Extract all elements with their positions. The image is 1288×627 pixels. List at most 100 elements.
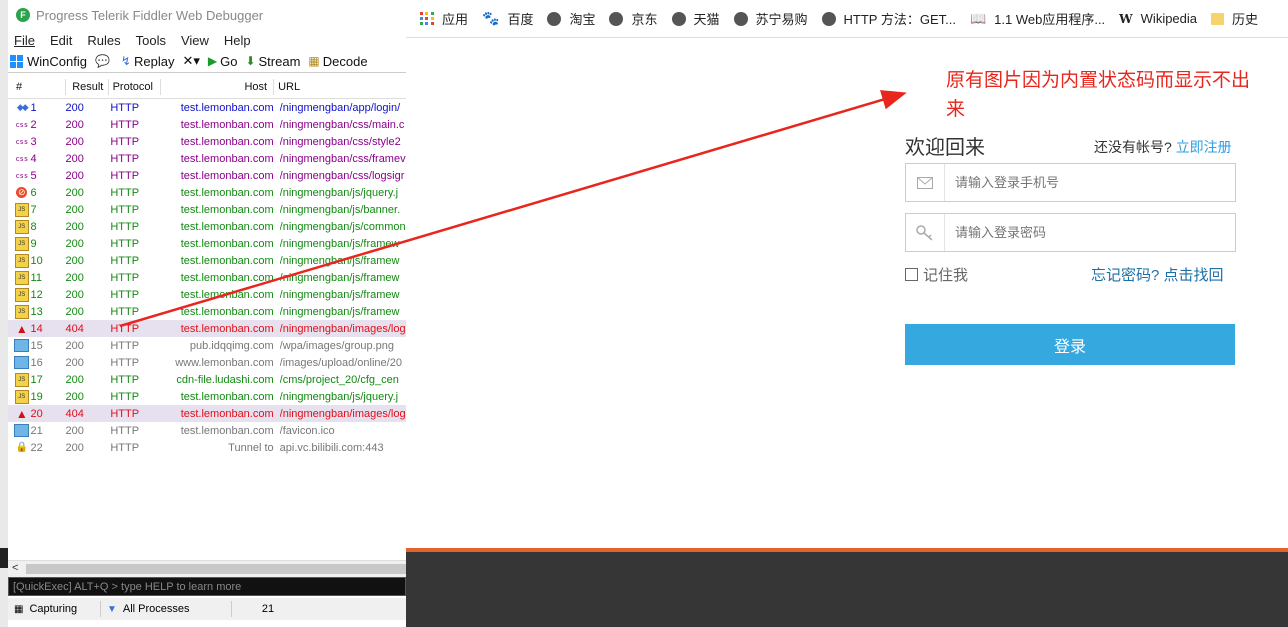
session-row[interactable]: css 4 200 HTTP test.lemonban.com/ningmengban… [8,150,406,167]
fiddler-window: F Progress Telerik Fiddler Web Debugger … [8,0,407,627]
session-protocol: HTTP [110,271,140,284]
session-row[interactable]: JS 10 200 HTTP test.lemonban.com/ningmengban… [8,252,406,269]
session-result: 200 [65,135,84,148]
session-num: 12 [30,288,43,301]
bookmark-item[interactable]: 天猫 [671,9,720,28]
globe-icon [547,11,562,26]
session-row[interactable]: JS 11 200 HTTP test.lemonban.com/ningmengban… [8,269,406,286]
session-num: 11 [30,271,42,284]
menu-help[interactable]: Help [224,33,251,48]
bookmark-item[interactable]: W Wikipedia [1119,11,1197,26]
session-url: /ningmengban/css/logsigr [279,169,405,182]
session-row[interactable]: ▲ 14 404 HTTP test.lemonban.com/ningmengban/… [8,320,406,337]
login-button[interactable]: 登录 [905,324,1235,365]
bookmark-item[interactable]: 淘宝 [547,9,595,28]
session-num: 22 [30,441,43,454]
session-host: test.lemonban.com [180,407,274,420]
phone-field[interactable] [905,163,1236,202]
menu-file[interactable]: File [14,33,35,48]
session-row[interactable]: JS 7 200 HTTP test.lemonban.com/ningmengban/… [8,201,406,218]
bookmark-item[interactable]: 京东 [609,9,658,28]
session-row[interactable]: JS 9 200 HTTP test.lemonban.com/ningmengban/… [8,235,406,252]
session-row[interactable]: JS 19 200 HTTP test.lemonban.com/ningmengban… [8,388,406,405]
forgot-password-link[interactable]: 忘记密码? 点击找回 [1091,264,1224,285]
session-url: /ningmengban/images/log [279,322,406,335]
bookmark-item[interactable]: 📖 1.1 Web应用程序... [970,9,1105,28]
menu-rules[interactable]: Rules [87,33,120,48]
bookmark-item[interactable]: 历史 [1211,9,1258,28]
session-url: /cms/project_20/cfg_cen [279,373,399,386]
bookmark-label: HTTP 方法：GET... [843,12,956,27]
remember-checkbox[interactable] [905,268,918,281]
session-row[interactable]: JS 17 200 HTTP cdn-file.ludashi.com/cms/proj… [8,371,406,388]
session-row[interactable]: 15 200 HTTP pub.idqqimg.com/wpa/images/grou… [8,337,406,354]
menu-view[interactable]: View [181,33,209,48]
title-bar: F Progress Telerik Fiddler Web Debugger [8,0,406,30]
comment-button[interactable]: 💬 [95,54,113,68]
session-row[interactable]: JS 13 200 HTTP test.lemonban.com/ningmengban… [8,303,406,320]
bookmark-item[interactable]: 🐾 百度 [482,9,533,28]
password-input[interactable] [945,224,1217,241]
session-url: /wpa/images/group.png [279,339,394,352]
col-header-host[interactable]: Host [161,81,273,93]
windows-icon [10,54,23,68]
filter-icon: ▼ [107,603,117,615]
col-header-num[interactable]: # [8,81,65,93]
session-url: /ningmengban/js/framew [279,288,400,301]
phone-input[interactable] [945,174,1217,191]
session-protocol: HTTP [110,220,140,233]
session-row[interactable]: ⊘ 6 200 HTTP test.lemonban.com/ningmengban/j… [8,184,406,201]
col-header-url[interactable]: URL [274,81,406,93]
process-filter[interactable]: ▼ All Processes [101,601,232,617]
bookmark-item[interactable]: HTTP 方法：GET... [821,9,956,28]
session-row[interactable]: css 2 200 HTTP test.lemonban.com/ningmengban… [8,116,406,133]
replay-button[interactable]: ↯ Replay [121,54,175,69]
status-bar: ▦ Capturing ▼ All Processes 21 [8,598,406,620]
bookmark-item[interactable]: 苏宁易购 [733,9,808,28]
horizontal-scrollbar[interactable]: < [8,560,406,577]
menu-edit[interactable]: Edit [50,33,72,48]
session-row[interactable]: 16 200 HTTP www.lemonban.com/images/upload/… [8,354,406,371]
remove-button[interactable]: ✕▾ [182,53,199,69]
stream-arrow-icon: ⬇ [245,54,256,68]
stream-button[interactable]: ⬇ Stream [245,54,300,69]
globe-icon [821,11,836,26]
col-header-protocol[interactable]: Protocol [109,81,160,93]
session-row[interactable]: ▲ 20 404 HTTP test.lemonban.com/ningmengban/… [8,405,406,422]
session-row[interactable]: css 5 200 HTTP test.lemonban.com/ningmengban… [8,167,406,184]
session-protocol: HTTP [110,339,140,352]
session-result: 200 [65,186,84,199]
js-icon: JS [14,253,30,268]
decode-button[interactable]: ▦ Decode [308,54,367,69]
session-row[interactable]: ◆◆ 1 200 HTTP test.lemonban.com/ningmengban/… [8,99,406,116]
session-result: 200 [65,118,84,131]
session-protocol: HTTP [110,152,140,165]
session-num: 19 [30,390,43,403]
session-url: /ningmengban/js/framew [279,254,400,267]
session-row[interactable]: 🔒 22 200 HTTP Tunnel to api.vc.bilibili.com:4… [8,439,406,456]
session-num: 16 [30,356,43,369]
go-button[interactable]: ▶ Go [208,54,238,69]
scroll-thumb[interactable] [26,564,406,574]
js-icon: JS [14,389,30,404]
session-result: 200 [65,305,84,318]
menu-tools[interactable]: Tools [136,33,166,48]
session-host: test.lemonban.com [180,118,274,131]
remember-me[interactable]: 记住我 [905,264,968,285]
col-header-result[interactable]: Result [66,81,107,93]
session-row[interactable]: JS 8 200 HTTP test.lemonban.com/ningmengban/… [8,218,406,235]
window-title: Progress Telerik Fiddler Web Debugger [36,7,264,23]
scroll-left-icon[interactable]: < [12,562,18,574]
bookmark-item[interactable]: 应用 [420,9,468,28]
session-row[interactable]: JS 12 200 HTTP test.lemonban.com/ningmengban… [8,286,406,303]
session-row[interactable]: css 3 200 HTTP test.lemonban.com/ningmengban… [8,133,406,150]
session-url: /images/upload/online/20 [279,356,402,369]
password-field[interactable] [905,213,1236,252]
capturing-indicator[interactable]: ▦ Capturing [8,601,101,617]
session-result: 200 [65,237,84,250]
winconfig-button[interactable]: WinConfig [10,54,87,69]
session-count: 21 [261,603,275,615]
signup-link[interactable]: 立即注册 [1176,139,1232,155]
quickexec-bar[interactable]: [QuickExec] ALT+Q > type HELP to learn m… [8,577,406,596]
session-row[interactable]: 21 200 HTTP test.lemonban.com/favicon.ico [8,422,406,439]
